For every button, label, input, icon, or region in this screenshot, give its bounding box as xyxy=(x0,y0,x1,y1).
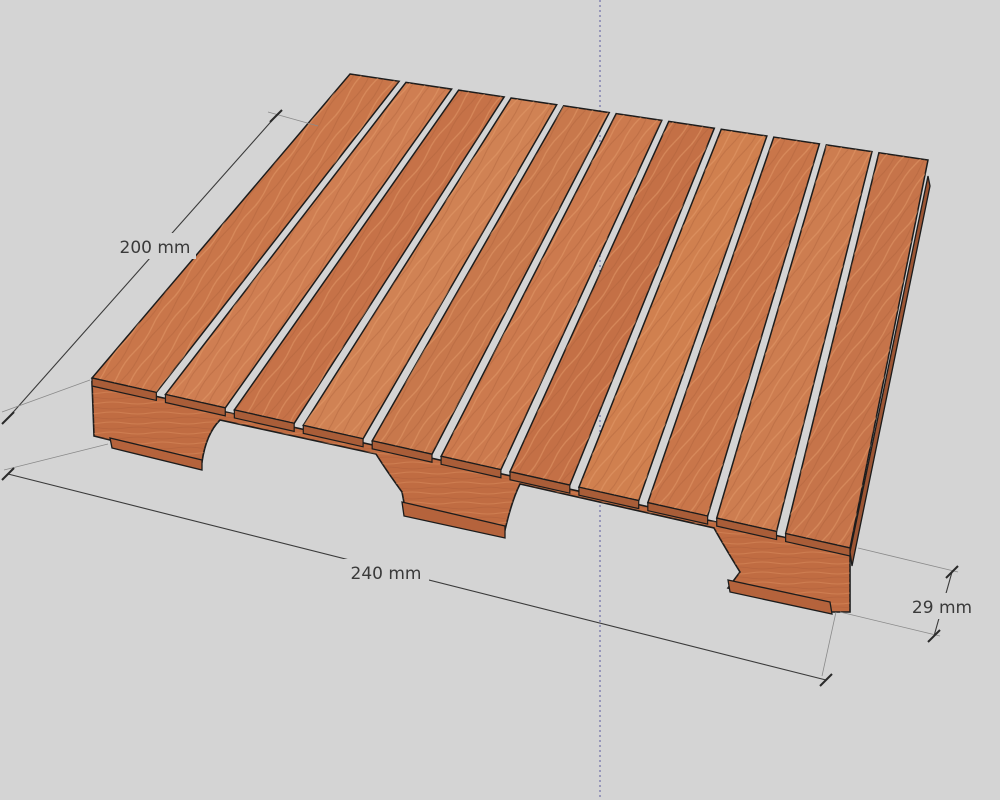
height-dimension-label: 29 mm xyxy=(912,598,972,618)
model-canvas[interactable]: 200 mm 240 mm 29 mm xyxy=(0,0,1000,800)
height-dimension[interactable]: 29 mm xyxy=(839,547,978,643)
length-dimension-label: 240 mm xyxy=(351,564,422,584)
width-dimension-label: 200 mm xyxy=(120,238,191,258)
modeling-viewport[interactable]: 200 mm 240 mm 29 mm xyxy=(0,0,1000,800)
wooden-pallet-model[interactable] xyxy=(90,73,931,615)
